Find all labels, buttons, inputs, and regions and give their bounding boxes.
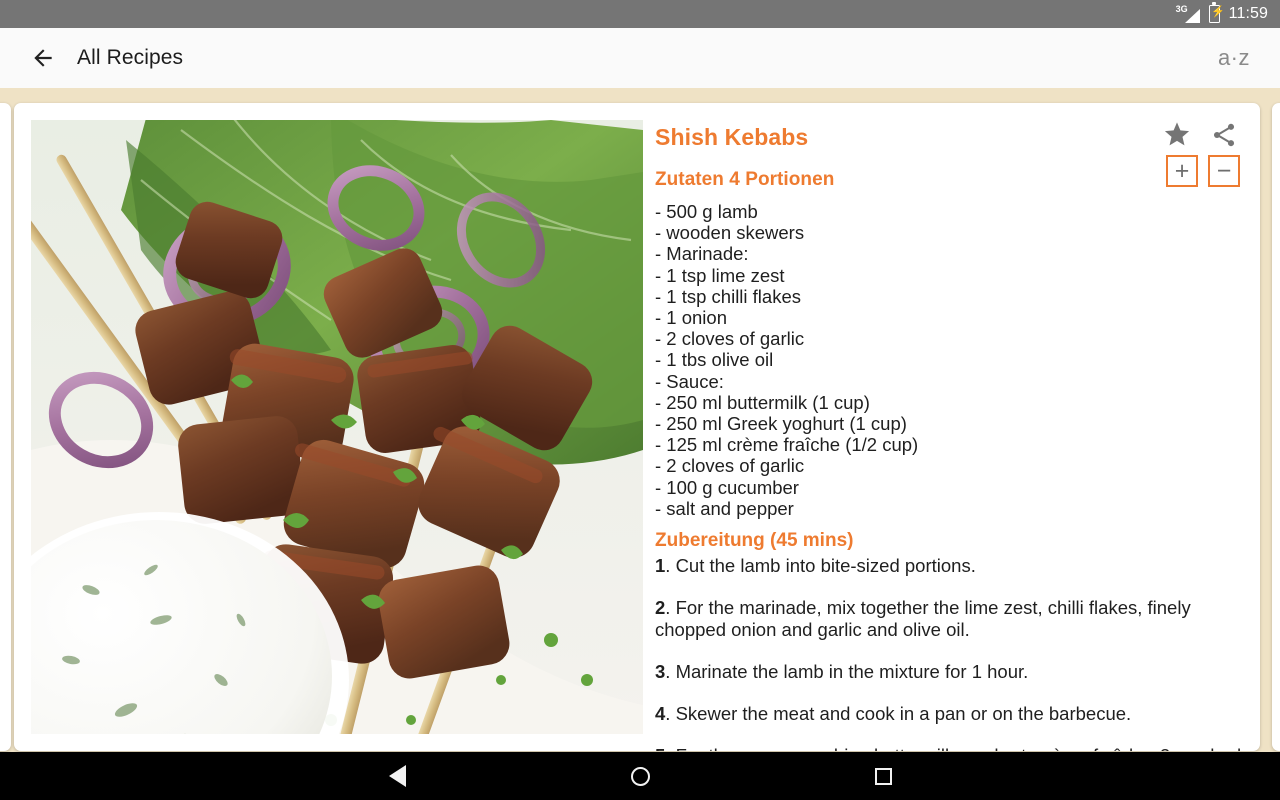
signal-label: 3G [1175, 3, 1188, 14]
preparation-step: 2. For the marinade, mix together the li… [655, 597, 1243, 641]
list-item: - 250 ml Greek yoghurt (1 cup) [655, 413, 907, 435]
step-number: 1 [655, 555, 666, 577]
battery-charging-icon: ⚡ [1208, 2, 1225, 23]
list-item: - 1 tsp lime zest [655, 264, 785, 286]
page-title: All Recipes [77, 46, 184, 69]
list-item: - 1 tbs olive oil [655, 349, 774, 371]
recipe-detail-pane: Shish Kebabs Zutaten 4 Portionen + − - 5… [643, 120, 1243, 751]
list-item: - wooden skewers [655, 222, 805, 244]
step-number: 3 [655, 661, 666, 683]
share-button[interactable] [1210, 121, 1238, 149]
ingredient-list: - 500 g lamb - wooden skewers - Marinade… [655, 201, 1243, 519]
back-button[interactable] [14, 29, 72, 87]
list-item: - 100 g cucumber [655, 476, 799, 498]
app-screen: 3G ⚡ 11:59 All Recipes a·z Shish Kebabs … [0, 0, 1280, 800]
status-bar: 3G ⚡ 11:59 [0, 0, 1280, 28]
signal-3g-icon: 3G [1175, 3, 1200, 23]
step-text: . Marinate the lamb in the mixture for 1… [665, 661, 1029, 683]
step-number: 2 [655, 597, 666, 619]
minus-icon: − [1216, 157, 1232, 185]
recipe-pager[interactable]: + − [0, 88, 1280, 752]
list-item: - 2 cloves of garlic [655, 328, 805, 350]
square-recents-icon [874, 767, 892, 785]
recipe-photo [31, 120, 643, 734]
nav-back-button[interactable] [373, 752, 421, 800]
preparation-step: 4. Skewer the meat and cook in a pan or … [655, 703, 1243, 725]
preparation-step: 3. Marinate the lamb in the mixture for … [655, 661, 1243, 683]
step-text: . Cut the lamb into bite-sized portions. [665, 555, 976, 577]
step-text: . For the marinade, mix together the lim… [655, 597, 1191, 641]
list-item: - Sauce: [655, 370, 724, 392]
list-item: - salt and pepper [655, 497, 794, 519]
step-number: 5 [655, 745, 665, 751]
list-item: - 500 g lamb [655, 201, 758, 222]
favorite-button[interactable] [1162, 120, 1192, 149]
preparation-heading: Zubereitung (45 mins) [655, 530, 854, 552]
share-icon [1213, 123, 1235, 146]
portion-stepper: + − [1166, 155, 1240, 187]
list-item: - 125 ml crème fraîche (1/2 cup) [655, 434, 919, 456]
nav-home-button[interactable] [616, 752, 664, 800]
recipe-card-previous[interactable]: + − [0, 103, 11, 751]
step-text: . For the sauce, combine buttermilk, yog… [665, 745, 1241, 751]
nav-recents-button[interactable] [859, 752, 907, 800]
step-text: . Skewer the meat and cook in a pan or o… [665, 703, 1132, 725]
recipe-title: Shish Kebabs [655, 124, 809, 150]
status-bar-clock: 11:59 [1228, 5, 1268, 22]
list-item: - Marinade: [655, 243, 749, 265]
triangle-back-icon [388, 765, 406, 787]
plus-icon: + [1174, 157, 1190, 185]
recipe-card-next[interactable] [1272, 103, 1280, 751]
android-navigation-bar [0, 752, 1280, 800]
circle-home-icon [630, 766, 650, 786]
shish-kebab-photo-illustration [31, 120, 643, 734]
decrease-portions-button[interactable]: − [1208, 155, 1240, 187]
sort-alphabetical-button[interactable]: a·z [1210, 39, 1258, 77]
preparation-step: 5. For the sauce, combine buttermilk, yo… [655, 745, 1243, 751]
app-toolbar: All Recipes a·z [0, 28, 1280, 88]
arrow-left-icon [34, 49, 52, 67]
ingredients-heading: Zutaten 4 Portionen [655, 169, 835, 190]
list-item: - 2 cloves of garlic [655, 455, 805, 477]
list-item: - 1 onion [655, 307, 727, 329]
list-item: - 250 ml buttermilk (1 cup) [655, 391, 870, 413]
step-number: 4 [655, 703, 666, 725]
increase-portions-button[interactable]: + [1166, 155, 1198, 187]
recipe-card[interactable]: Shish Kebabs Zutaten 4 Portionen + − - 5… [14, 103, 1260, 751]
preparation-step: 1. Cut the lamb into bite-sized portions… [655, 555, 1243, 577]
list-item: - 1 tsp chilli flakes [655, 285, 801, 307]
star-filled-icon [1164, 122, 1190, 146]
